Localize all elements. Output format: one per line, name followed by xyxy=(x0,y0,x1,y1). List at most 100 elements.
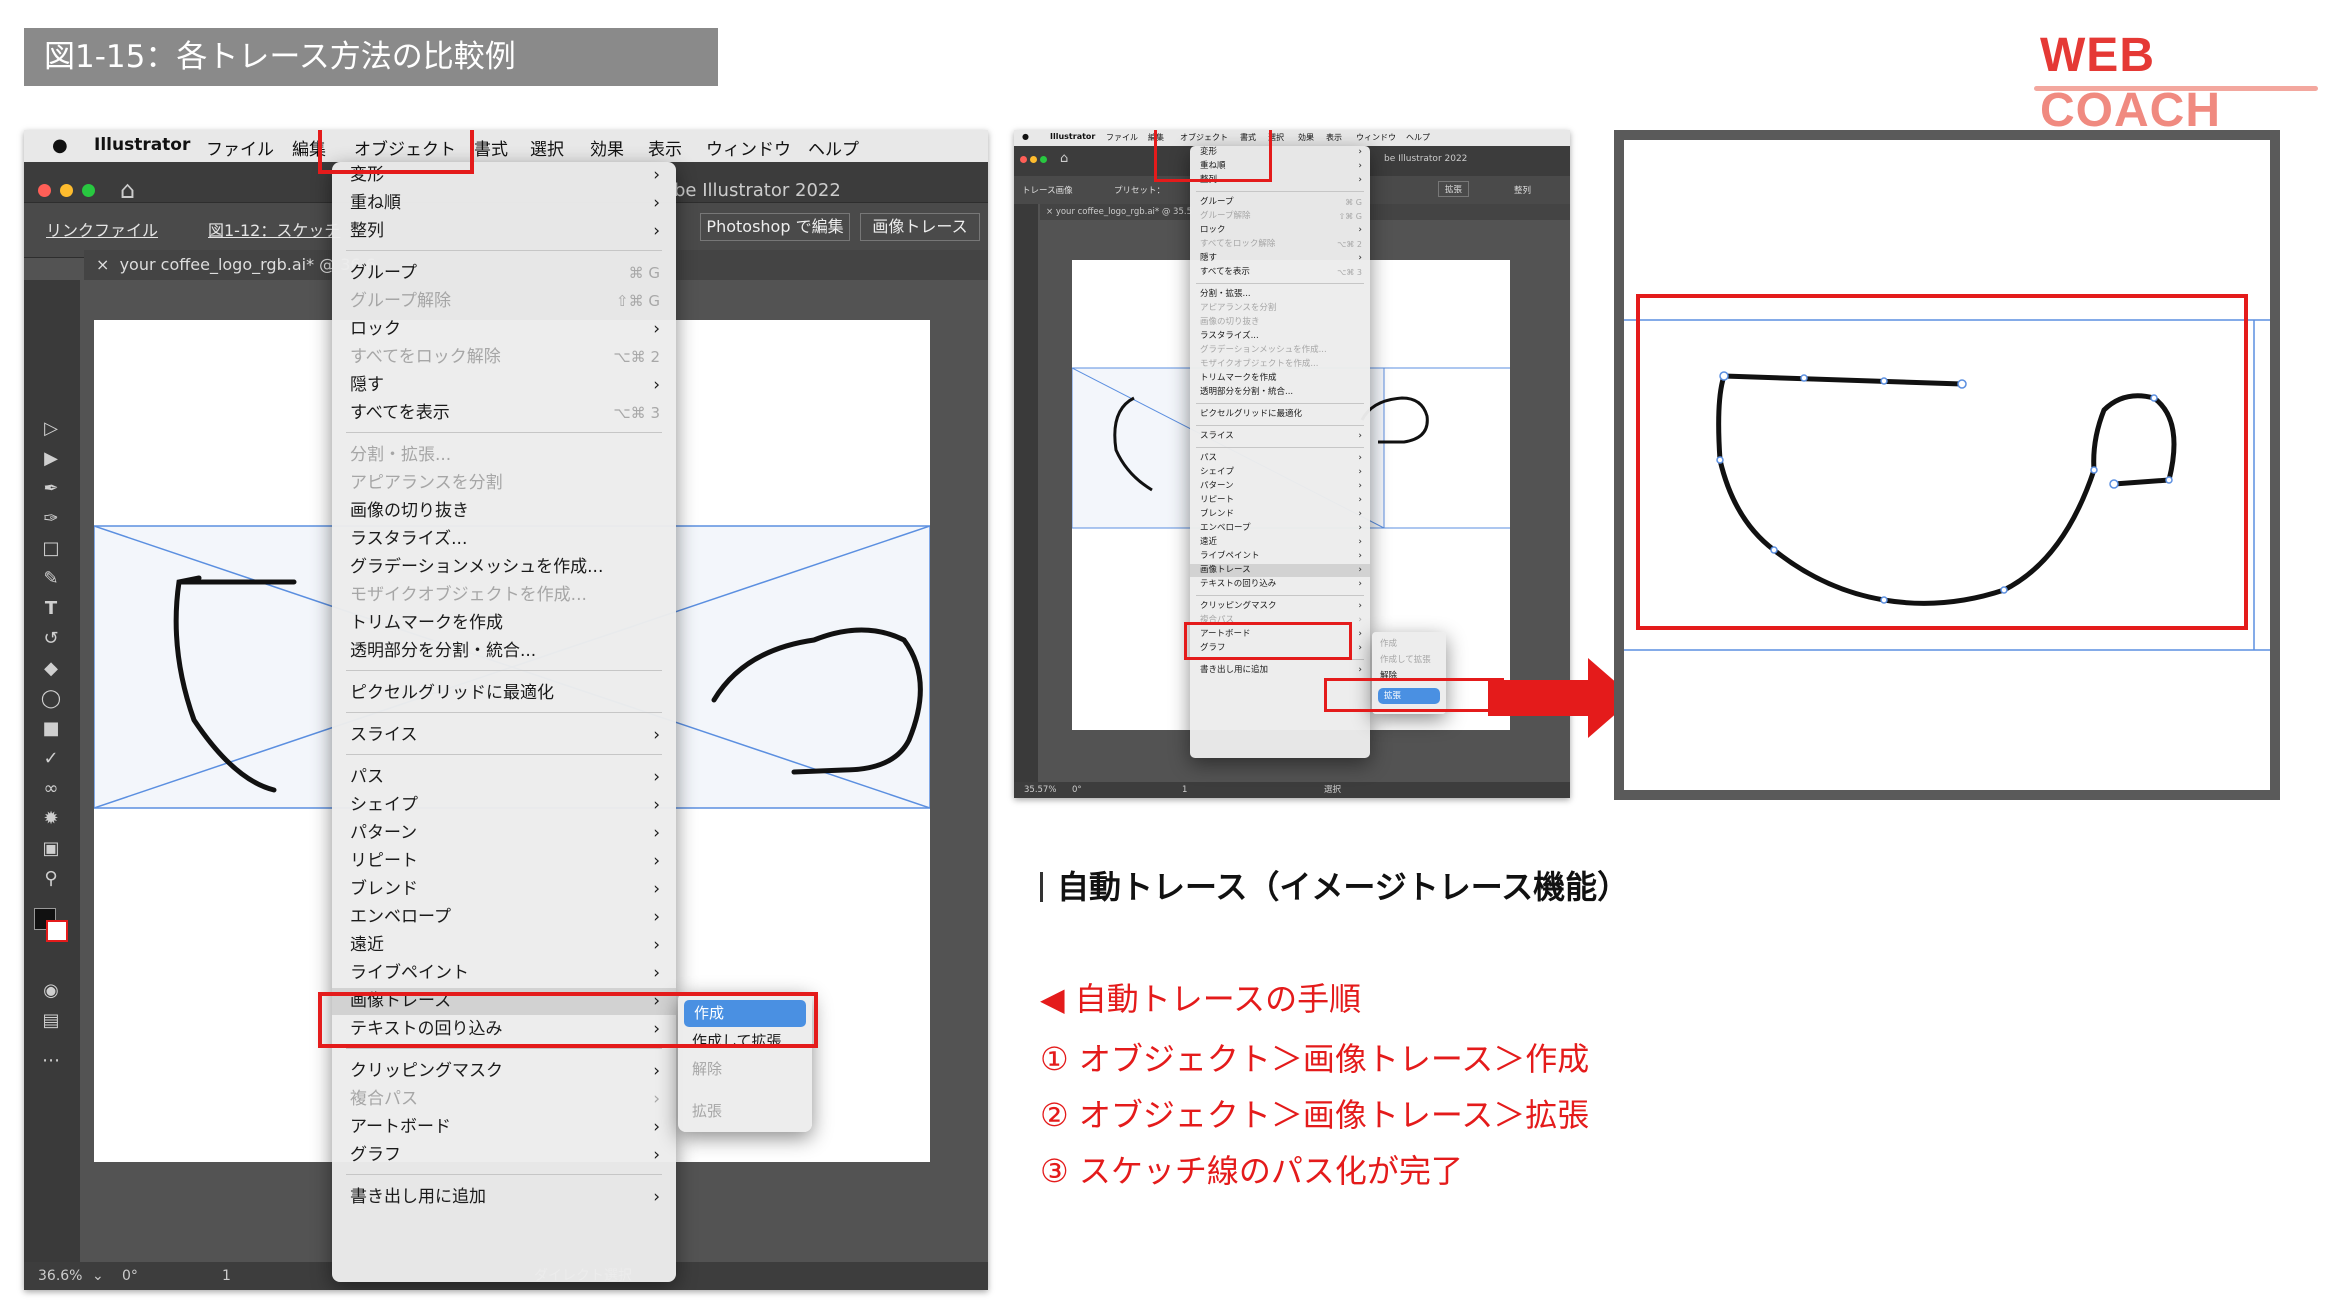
curvature-tool-icon[interactable]: ✑ xyxy=(40,508,62,530)
apple-icon-small[interactable]: ● xyxy=(1022,132,1029,141)
menu-item-perspective[interactable]: 遠近 › xyxy=(332,932,676,959)
menu-item-group[interactable]: グループ ⌘ G xyxy=(1190,196,1370,209)
menu-item-live-paint[interactable]: ライブペイント › xyxy=(1190,550,1370,563)
home-icon[interactable]: ⌂ xyxy=(1060,151,1068,166)
menu-view-small[interactable]: 表示 xyxy=(1326,132,1342,143)
menu-select[interactable]: 選択 xyxy=(530,135,564,160)
menu-item-image-trace[interactable]: 画像トレース › xyxy=(1190,564,1370,577)
menu-item-mosaic[interactable]: モザイクオブジェクトを作成... xyxy=(332,582,676,609)
zoom-level-small[interactable]: 35.57% xyxy=(1024,782,1056,798)
menu-item-hide[interactable]: 隠す › xyxy=(332,372,676,399)
eyedropper-tool-icon[interactable]: ✓ xyxy=(40,748,62,770)
menu-file-small[interactable]: ファイル xyxy=(1106,132,1138,143)
zoom-tool-icon[interactable]: ⚲ xyxy=(40,868,62,890)
menu-item-clipping-mask[interactable]: クリッピングマスク › xyxy=(332,1058,676,1085)
menu-item-show-all[interactable]: すべてを表示 ⌥⌘ 3 xyxy=(1190,266,1370,279)
more-tools-icon[interactable]: ⋯ xyxy=(40,1050,62,1072)
menu-item-shape[interactable]: シェイプ › xyxy=(332,792,676,819)
menu-item-graph[interactable]: グラフ › xyxy=(332,1142,676,1169)
page-number[interactable]: 1 xyxy=(222,1262,231,1290)
blend-tool-icon[interactable]: ∞ xyxy=(40,778,62,800)
menu-item-trim-marks[interactable]: トリムマークを作成 xyxy=(1190,372,1370,385)
minimize-window-icon[interactable] xyxy=(1030,156,1037,163)
menu-item-repeat[interactable]: リピート › xyxy=(1190,494,1370,507)
menu-item-repeat[interactable]: リピート › xyxy=(332,848,676,875)
menu-item-crop-image[interactable]: 画像の切り抜き xyxy=(332,498,676,525)
shape-builder-tool-icon[interactable]: ◯ xyxy=(40,688,62,710)
zoom-window-icon[interactable] xyxy=(82,184,95,197)
menu-item-mosaic[interactable]: モザイクオブジェクトを作成... xyxy=(1190,358,1370,371)
menu-item-ungroup[interactable]: グループ解除 ⇧⌘ G xyxy=(1190,210,1370,223)
gradient-tool-icon[interactable]: ■ xyxy=(40,718,62,740)
rotation-angle-small[interactable]: 0° xyxy=(1072,782,1082,798)
menu-item-align[interactable]: 整列 › xyxy=(332,218,676,245)
selection-tool-icon[interactable]: ▷ xyxy=(40,418,62,440)
close-window-icon[interactable] xyxy=(38,184,51,197)
menu-item-compound-path[interactable]: 複合パス › xyxy=(332,1086,676,1113)
menu-item-expand[interactable]: 分割・拡張... xyxy=(332,442,676,469)
zoom-dropdown-icon[interactable]: ⌄ xyxy=(92,1262,104,1290)
direct-selection-tool-icon[interactable]: ▶ xyxy=(40,448,62,470)
menu-view[interactable]: 表示 xyxy=(648,135,682,160)
menu-item-artboard[interactable]: アートボード › xyxy=(332,1114,676,1141)
menu-item-unlock-all[interactable]: すべてをロック解除 ⌥⌘ 2 xyxy=(1190,238,1370,251)
menu-window[interactable]: ウィンドウ xyxy=(706,135,791,160)
minimize-window-icon[interactable] xyxy=(60,184,73,197)
expand-button[interactable]: 拡張 xyxy=(1438,181,1470,197)
menu-item-expand-appearance[interactable]: アピアランスを分割 xyxy=(1190,302,1370,315)
menu-item-trim-marks[interactable]: トリムマークを作成 xyxy=(332,610,676,637)
menu-window-small[interactable]: ウィンドウ xyxy=(1356,132,1396,143)
menu-item-show-all[interactable]: すべてを表示 ⌥⌘ 3 xyxy=(332,400,676,427)
menu-item-ungroup[interactable]: グループ解除 ⇧⌘ G xyxy=(332,288,676,315)
menu-item-unlock-all[interactable]: すべてをロック解除 ⌥⌘ 2 xyxy=(332,344,676,371)
photoshop-edit-button[interactable]: Photoshop で編集 xyxy=(700,213,850,241)
menu-item-rasterize[interactable]: ラスタライズ... xyxy=(1190,330,1370,343)
menu-item-expand[interactable]: 分割・拡張... xyxy=(1190,288,1370,301)
menu-type[interactable]: 書式 xyxy=(474,135,508,160)
menu-item-slice[interactable]: スライス › xyxy=(1190,430,1370,443)
menu-item-clipping-mask[interactable]: クリッピングマスク › xyxy=(1190,600,1370,613)
menu-item-add-to-export[interactable]: 書き出し用に追加 › xyxy=(332,1184,676,1211)
rotation-angle[interactable]: 0° xyxy=(122,1262,138,1290)
menu-item-pattern[interactable]: パターン › xyxy=(1190,480,1370,493)
menu-item-envelope[interactable]: エンベロープ › xyxy=(1190,522,1370,535)
image-trace-button[interactable]: 画像トレース xyxy=(860,213,980,241)
pen-tool-icon[interactable]: ✒ xyxy=(40,478,62,500)
zoom-level[interactable]: 36.6% xyxy=(38,1262,82,1290)
menu-item-slice[interactable]: スライス › xyxy=(332,722,676,749)
apple-icon[interactable]: ● xyxy=(52,135,68,156)
menu-effect[interactable]: 効果 xyxy=(590,135,624,160)
draw-mode-icon[interactable]: ◉ xyxy=(40,980,62,1002)
menu-item-arrange[interactable]: 重ね順 › xyxy=(332,190,676,217)
file-name-link[interactable]: 図1-12：スケッチ xyxy=(208,217,340,241)
menu-effect-small[interactable]: 効果 xyxy=(1298,132,1314,143)
menu-item-perspective[interactable]: 遠近 › xyxy=(1190,536,1370,549)
menu-item-expand-appearance[interactable]: アピアランスを分割 xyxy=(332,470,676,497)
menu-item-lock[interactable]: ロック › xyxy=(332,316,676,343)
menu-item-pattern[interactable]: パターン › xyxy=(332,820,676,847)
artboard-tool-icon[interactable]: ▣ xyxy=(40,838,62,860)
menu-item-flatten-transparency[interactable]: 透明部分を分割・統合... xyxy=(1190,386,1370,399)
page-number-small[interactable]: 1 xyxy=(1182,782,1187,798)
menu-illustrator-small[interactable]: Illustrator xyxy=(1050,132,1095,141)
link-file-link[interactable]: リンクファイル xyxy=(46,217,158,241)
menu-item-blend[interactable]: ブレンド › xyxy=(1190,508,1370,521)
submenu-expand[interactable]: 拡張 xyxy=(678,1098,812,1125)
menu-item-path[interactable]: パス › xyxy=(1190,452,1370,465)
rotate-tool-icon[interactable]: ↺ xyxy=(40,628,62,650)
close-window-icon[interactable] xyxy=(1020,156,1027,163)
submenu-make[interactable]: 作成 xyxy=(1372,636,1446,652)
align-label[interactable]: 整列 xyxy=(1514,184,1531,196)
rectangle-tool-icon[interactable]: □ xyxy=(40,538,62,560)
zoom-window-icon[interactable] xyxy=(1040,156,1047,163)
brush-tool-icon[interactable]: ✎ xyxy=(40,568,62,590)
tab-close-icon[interactable]: × xyxy=(96,255,109,274)
menu-help[interactable]: ヘルプ xyxy=(808,135,859,160)
submenu-make-and-expand[interactable]: 作成して拡張 xyxy=(1372,652,1446,668)
menu-file[interactable]: ファイル xyxy=(206,135,274,160)
menu-item-gradient-mesh[interactable]: グラデーションメッシュを作成... xyxy=(332,554,676,581)
menu-item-pixel-grid[interactable]: ピクセルグリッドに最適化 xyxy=(332,680,676,707)
menu-item-blend[interactable]: ブレンド › xyxy=(332,876,676,903)
menu-item-text-wrap[interactable]: テキストの回り込み › xyxy=(1190,578,1370,591)
menu-illustrator[interactable]: Illustrator xyxy=(94,135,190,155)
